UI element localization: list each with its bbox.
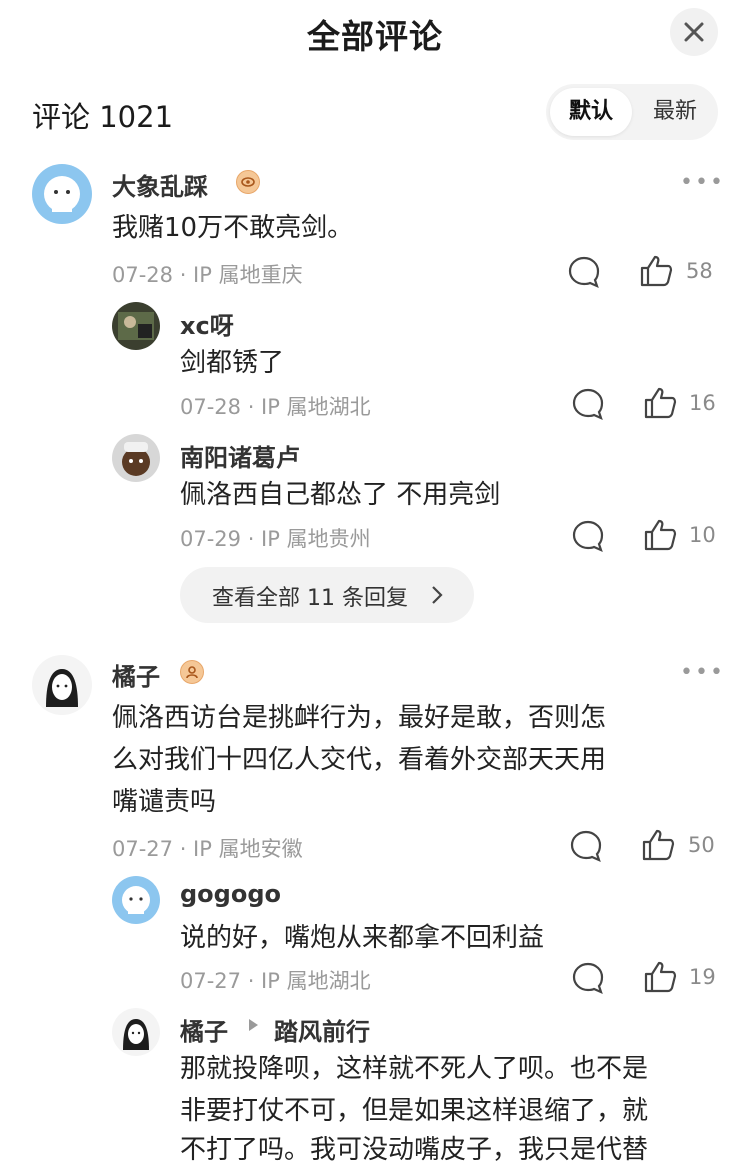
reply-icon[interactable]: [571, 387, 605, 425]
more-options-icon[interactable]: •••: [680, 660, 725, 685]
like-icon[interactable]: [638, 253, 674, 293]
page-title: 全部评论: [307, 17, 443, 56]
comment-meta: 07-27 · IP 属地安徽: [112, 837, 303, 861]
level-badge-icon: [236, 170, 260, 194]
comment-text-line: 佩洛西访台是挑衅行为，最好是敢，否则怎: [112, 703, 607, 733]
view-all-replies-button[interactable]: 查看全部 11 条回复: [180, 567, 474, 623]
comment-text-line: 嘴谴责吗: [112, 787, 217, 817]
like-icon[interactable]: [640, 827, 676, 867]
avatar[interactable]: [32, 655, 92, 715]
reply-icon[interactable]: [567, 255, 601, 293]
avatar[interactable]: [112, 434, 160, 482]
like-count: 58: [686, 259, 713, 283]
reply-text-line: 非要打仗不可，但是如果这样退缩了，就: [180, 1096, 649, 1126]
like-count: 50: [688, 833, 715, 857]
level-badge-icon: [180, 660, 204, 684]
comment-author[interactable]: 大象乱踩: [112, 167, 208, 202]
avatar[interactable]: [112, 876, 160, 924]
reply-text-line: 不打了吗。我可没动嘴皮子，我只是代替: [180, 1135, 649, 1165]
more-options-icon[interactable]: •••: [680, 170, 725, 195]
reply-text: 佩洛西自己都怂了 不用亮剑: [180, 480, 501, 510]
like-count: 16: [689, 391, 716, 415]
reply-arrow-icon: [246, 1017, 260, 1037]
comment-text-line: 么对我们十四亿人交代，看着外交部天天用: [112, 745, 607, 775]
view-all-label: 查看全部 11 条回复: [212, 586, 408, 611]
reply-meta: 07-28 · IP 属地湖北: [180, 395, 371, 419]
comment-author[interactable]: 橘子: [112, 657, 160, 692]
avatar[interactable]: [112, 1008, 160, 1056]
reply-author[interactable]: 南阳诸葛卢: [180, 438, 300, 473]
reply-meta: 07-29 · IP 属地贵州: [180, 527, 371, 551]
like-icon[interactable]: [642, 959, 678, 999]
avatar[interactable]: [112, 302, 160, 350]
close-icon: [684, 22, 704, 42]
reply-meta: 07-27 · IP 属地湖北: [180, 969, 371, 993]
sort-toggle: 默认 最新: [546, 84, 718, 140]
reply-icon[interactable]: [569, 829, 603, 867]
chevron-right-icon: [432, 586, 443, 604]
sort-default-button[interactable]: 默认: [550, 88, 632, 136]
like-icon[interactable]: [642, 517, 678, 557]
reply-author[interactable]: gogogo: [180, 880, 281, 908]
close-button[interactable]: [670, 8, 718, 56]
like-icon[interactable]: [642, 385, 678, 425]
reply-author[interactable]: 橘子: [180, 1012, 228, 1047]
comment-meta: 07-28 · IP 属地重庆: [112, 263, 303, 287]
reply-icon[interactable]: [571, 961, 605, 999]
reply-text: 剑都锈了: [180, 348, 285, 378]
like-count: 10: [689, 523, 716, 547]
reply-author[interactable]: xc呀: [180, 306, 234, 341]
reply-icon[interactable]: [571, 519, 605, 557]
reply-text-line: 那就投降呗，这样就不死人了呗。也不是: [180, 1054, 649, 1084]
reply-to-user[interactable]: 踏风前行: [274, 1012, 370, 1047]
comment-count: 评论 1021: [32, 100, 174, 134]
reply-text: 说的好，嘴炮从来都拿不回利益: [180, 923, 545, 953]
like-count: 19: [689, 965, 716, 989]
sort-latest-button[interactable]: 最新: [634, 88, 716, 136]
comment-text: 我赌10万不敢亮剑。: [112, 213, 354, 243]
avatar[interactable]: [32, 164, 92, 224]
